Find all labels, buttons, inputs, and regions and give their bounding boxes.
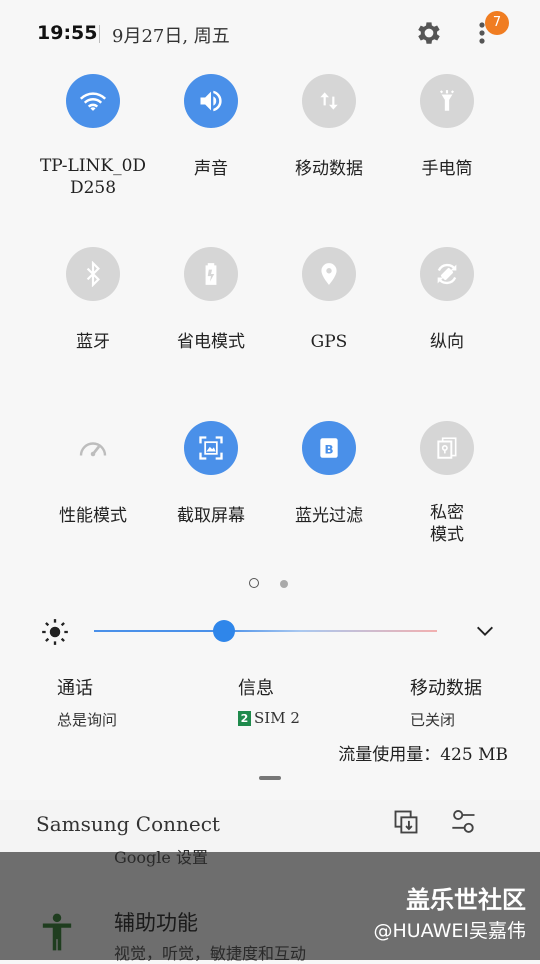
tile-label: 声音 — [194, 159, 228, 179]
tile-mobile-data[interactable]: 移动数据 — [270, 74, 388, 180]
sim-data-value: 已关闭 — [410, 711, 456, 729]
brightness-icon — [42, 619, 68, 645]
clock: 19:55 — [37, 22, 98, 44]
accessibility-icon — [42, 913, 72, 951]
tile-sound[interactable]: 声音 — [152, 74, 270, 180]
page-dot[interactable] — [280, 580, 288, 588]
screenshot-icon — [184, 421, 238, 475]
date: 9月27日, 周五 — [112, 26, 230, 47]
location-icon — [302, 247, 356, 301]
data-usage: 流量使用量：425 MB — [338, 745, 508, 765]
tile-label: 截取屏幕 — [177, 506, 245, 526]
tile-power-saving[interactable]: 省电模式 — [152, 247, 270, 353]
tile-wifi[interactable]: TP-LINK_0D D258 — [34, 74, 152, 199]
brightness-track[interactable] — [94, 630, 437, 632]
accessibility-subtitle: 视觉，听觉，敏捷度和互动 — [114, 944, 307, 963]
chevron-down-icon[interactable] — [474, 620, 496, 642]
tile-label: 手电筒 — [421, 159, 473, 179]
sound-icon — [184, 74, 238, 128]
page-dot-current[interactable] — [249, 578, 259, 588]
tile-bluetooth[interactable]: 蓝牙 — [34, 247, 152, 353]
watermark-title: 盖乐世社区 — [406, 886, 526, 914]
google-settings-item: Google 设置 — [114, 848, 208, 867]
notification-badge: 7 — [485, 11, 509, 35]
tile-private-mode[interactable]: 私密 模式 — [388, 421, 506, 546]
tile-label: 省电模式 — [177, 332, 245, 352]
samsung-connect-title: Samsung Connect — [36, 812, 220, 836]
private-mode-icon — [420, 421, 474, 475]
sim-message-title: 信息 — [238, 678, 274, 699]
scene-settings-icon[interactable] — [450, 808, 478, 836]
tile-label: 移动数据 — [295, 159, 363, 179]
mobile-data-icon — [302, 74, 356, 128]
tile-screenshot[interactable]: 截取屏幕 — [152, 421, 270, 527]
sim-data[interactable]: 移动数据 已关闭 — [410, 674, 482, 730]
wifi-icon — [66, 74, 120, 128]
flashlight-icon — [420, 74, 474, 128]
gear-icon[interactable] — [414, 18, 444, 48]
sim-call-value: 总是询问 — [57, 711, 118, 729]
tile-blue-light-filter[interactable]: B 蓝光过滤 — [270, 421, 388, 527]
bluetooth-icon — [66, 247, 120, 301]
accessibility-title: 辅助功能 — [114, 911, 198, 935]
sim-message-row: 2 SIM 2 — [238, 709, 300, 727]
tile-label: 性能模式 — [59, 506, 127, 526]
power-saving-icon — [184, 247, 238, 301]
drag-handle[interactable] — [259, 776, 281, 780]
sim-number-badge: 2 — [238, 710, 251, 726]
brightness-thumb[interactable] — [213, 620, 236, 642]
tile-label: 蓝牙 — [76, 332, 110, 352]
divider — [99, 25, 100, 43]
sim-call[interactable]: 通话 总是询问 — [57, 674, 117, 730]
tile-label: GPS — [310, 332, 348, 352]
tile-flashlight[interactable]: 手电筒 — [388, 74, 506, 180]
svg-text:B: B — [324, 442, 333, 456]
sim-data-title: 移动数据 — [410, 678, 482, 699]
performance-icon — [66, 421, 120, 475]
tile-rotate[interactable]: 纵向 — [388, 247, 506, 353]
tile-label: 私密 模式 — [430, 503, 464, 545]
status-bar: 19:55 9月27日, 周五 7 — [0, 0, 540, 66]
sim-call-title: 通话 — [57, 678, 93, 699]
blue-light-filter-icon: B — [302, 421, 356, 475]
tile-label: 蓝光过滤 — [295, 506, 363, 526]
tile-gps[interactable]: GPS — [270, 247, 388, 353]
watermark-author: @HUAWEI吴嘉伟 — [373, 920, 526, 942]
sim-message-value: SIM 2 — [254, 709, 300, 727]
tile-performance[interactable]: 性能模式 — [34, 421, 152, 527]
rotate-icon — [420, 247, 474, 301]
sim-message[interactable]: 信息 2 SIM 2 — [238, 674, 300, 727]
device-switch-icon[interactable] — [392, 808, 420, 836]
tile-label: 纵向 — [430, 332, 464, 352]
tile-label: TP-LINK_0D D258 — [39, 156, 147, 198]
